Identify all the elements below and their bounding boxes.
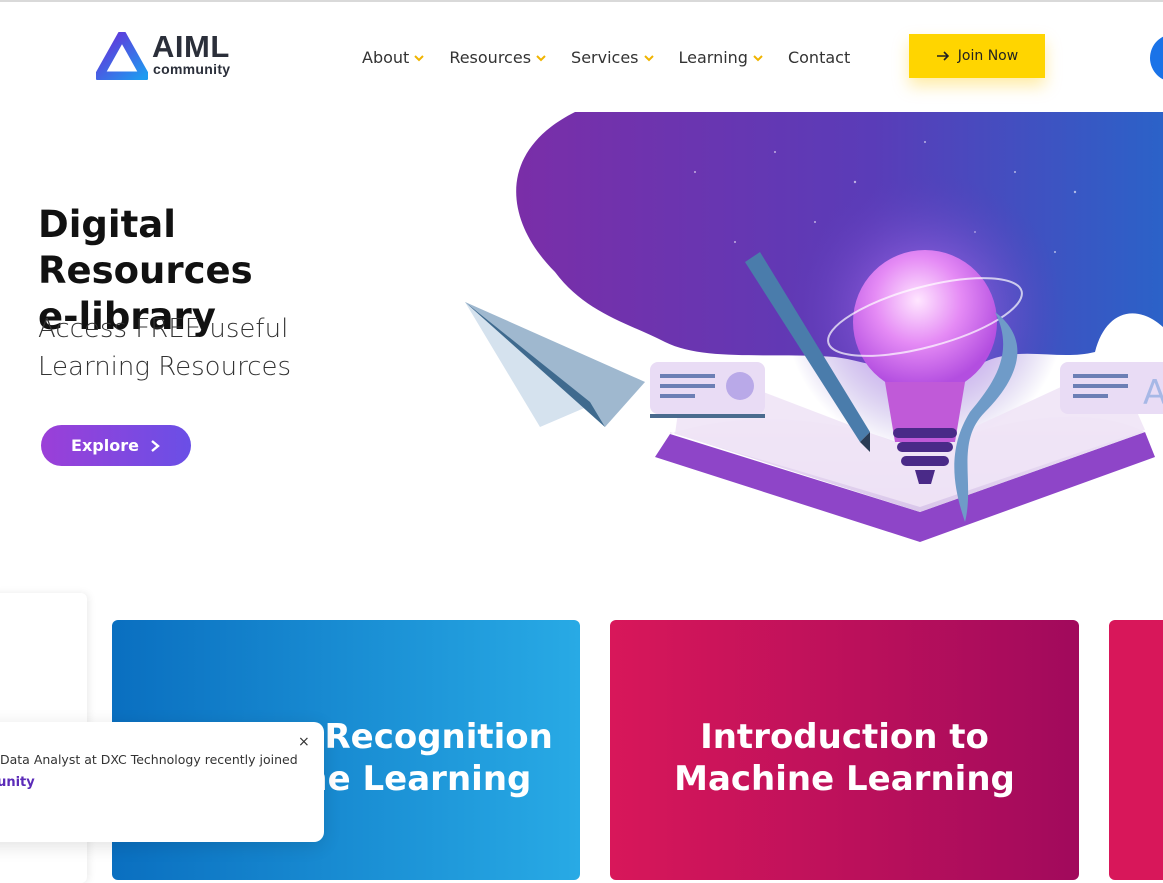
join-notification-toast: Data Analyst at DXC Technology recently … — [0, 722, 324, 842]
toast-community-link[interactable]: mmunity — [0, 775, 35, 790]
close-icon[interactable]: × — [298, 734, 310, 750]
nav-services-label: Services — [571, 47, 639, 67]
nav-resources-label: Resources — [449, 47, 532, 67]
course-card-title-line2: Machine Learning — [674, 759, 1015, 799]
toast-message: Data Analyst at DXC Technology recently … — [0, 752, 298, 767]
course-card-title-line1: Introduction to — [700, 717, 989, 757]
note-letter: A — [1143, 373, 1163, 413]
hero-title-line1: Digital Resources — [38, 203, 253, 292]
paper-plane-icon — [465, 302, 645, 427]
nav-contact-label: Contact — [787, 47, 851, 67]
nav-about[interactable]: About — [362, 46, 425, 68]
hero-subtitle-line1: Access FREE useful — [38, 314, 289, 344]
nav-services[interactable]: Services — [571, 46, 654, 68]
explore-label: Explore — [71, 436, 139, 455]
note-card-right: A — [1060, 362, 1163, 414]
join-now-button[interactable]: Join Now — [909, 34, 1045, 78]
course-card-partial[interactable] — [1109, 620, 1163, 880]
nav-resources[interactable]: Resources — [449, 46, 547, 68]
chevron-down-icon — [753, 55, 763, 62]
chevron-down-icon — [414, 55, 425, 62]
top-border — [0, 0, 1163, 2]
nav-learning[interactable]: Learning — [679, 46, 764, 68]
logo-subtitle: community — [153, 61, 231, 77]
chevron-down-icon — [643, 55, 654, 62]
explore-button[interactable]: Explore — [41, 425, 191, 466]
hero-illustration: A — [465, 112, 1163, 542]
nav-contact[interactable]: Contact — [788, 46, 850, 68]
aiml-logo[interactable]: AIML community — [96, 30, 256, 82]
hero-subtitle-line2: Learning Resources — [38, 352, 292, 382]
chat-bubble-button[interactable] — [1150, 34, 1163, 82]
chevron-down-icon — [536, 55, 546, 62]
main-nav: About Resources Services Learning Contac… — [362, 46, 850, 68]
hero-subtitle: Access FREE useful Learning Resources — [38, 310, 338, 386]
course-card-title: Introduction to Machine Learning — [610, 716, 1079, 800]
logo-title: AIML — [152, 29, 230, 64]
chevron-right-icon — [151, 439, 160, 452]
logo-triangle-icon — [96, 32, 148, 80]
note-card-left — [650, 362, 765, 418]
nav-about-label: About — [362, 47, 410, 67]
nav-learning-label: Learning — [678, 47, 748, 67]
arrow-right-icon — [936, 51, 949, 61]
course-card-intro-ml[interactable]: Introduction to Machine Learning — [610, 620, 1079, 880]
join-now-label: Join Now — [957, 48, 1019, 64]
